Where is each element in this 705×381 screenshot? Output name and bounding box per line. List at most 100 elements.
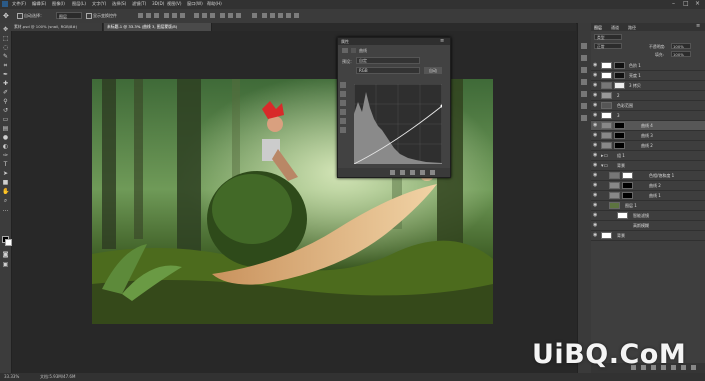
gradient-tool-icon[interactable]: ▤ [2,125,9,132]
3d-mode-icon[interactable] [252,13,257,18]
panel-menu-icon[interactable]: ≡ [696,23,700,29]
layer-row[interactable]: ◉ 曲线 1 [591,191,705,201]
menu-file[interactable]: 文件(F) [12,1,26,7]
layer-row[interactable]: ◉ 曲线 3 [591,131,705,141]
clip-to-layer-icon[interactable] [390,170,395,175]
eraser-tool-icon[interactable]: ▭ [2,116,9,123]
menu-window[interactable]: 窗口(W) [187,1,203,7]
distribute-top-icon[interactable] [194,13,199,18]
layer-row[interactable]: ◉ 2 [591,91,705,101]
align-top-icon[interactable] [138,13,143,18]
eye-icon[interactable]: ◉ [593,173,598,178]
3d-scale-icon[interactable] [294,13,299,18]
brush-tool-icon[interactable]: ✐ [2,89,9,96]
layer-row-selected[interactable]: ◉ 曲线 4 [591,121,705,131]
auto-select-dropdown[interactable]: 图层 [56,12,82,19]
eye-icon[interactable]: ◉ [593,133,598,138]
lasso-tool-icon[interactable]: ◌ [2,44,9,51]
layer-row[interactable]: ◉ 背景 [591,231,705,241]
eye-icon[interactable]: ◉ [593,203,598,208]
path-select-tool-icon[interactable]: ➤ [2,170,9,177]
eye-icon[interactable]: ◉ [593,183,598,188]
distribute-left-icon[interactable] [220,13,225,18]
more-tools-icon[interactable]: … [2,206,9,213]
menu-3d[interactable]: 3D(D) [152,1,164,6]
eye-icon[interactable]: ◉ [593,233,598,238]
fill-input[interactable]: 100% [671,51,691,57]
show-transform-checkbox[interactable] [86,13,92,19]
eyedropper-tool-icon[interactable]: ✒ [2,71,9,78]
black-point-eyedropper-icon[interactable] [340,91,346,97]
zoom-level[interactable]: 33.33% [4,373,19,381]
eye-icon[interactable]: ◉ [593,123,598,128]
document-tab-1[interactable]: 素材.psd @ 100% (snail, RGB/8#) [11,23,103,31]
eye-icon[interactable]: ◉ [593,193,598,198]
3d-roll-icon[interactable] [270,13,275,18]
opacity-input[interactable]: 100% [671,43,691,49]
layer-row[interactable]: ◉ 3 [591,111,705,121]
distribute-bottom-icon[interactable] [210,13,215,18]
menu-view[interactable]: 视图(V) [167,1,182,7]
menu-layer[interactable]: 图层(L) [72,1,86,7]
auto-button[interactable]: 自动 [424,67,442,74]
menu-edit[interactable]: 编辑(E) [32,1,46,7]
eye-icon[interactable]: ◉ [593,73,598,78]
gray-point-eyedropper-icon[interactable] [340,100,346,106]
eye-icon[interactable]: ◉ [593,93,598,98]
layer-row[interactable]: ◉ 3 拷贝 [591,81,705,91]
delete-layer-icon[interactable] [691,365,696,370]
curve-point-icon[interactable] [340,118,346,124]
dodge-tool-icon[interactable]: ◐ [2,143,9,150]
zoom-tool-icon[interactable]: ⌕ [2,197,9,204]
auto-select-checkbox[interactable] [17,13,23,19]
move-tool-icon[interactable]: ✥ [2,26,9,33]
view-previous-icon[interactable] [400,170,405,175]
layer-row[interactable]: ◉ 亮度 1 [591,71,705,81]
actions-panel-icon[interactable] [581,55,587,61]
3d-rotate-icon[interactable] [262,13,267,18]
layer-row[interactable]: ◉ 高斯模糊 [591,221,705,231]
white-point-eyedropper-icon[interactable] [340,109,346,115]
tab-paths[interactable]: 路径 [628,25,636,31]
target-adjust-icon[interactable] [340,82,346,88]
clone-stamp-tool-icon[interactable]: ⚲ [2,98,9,105]
layer-mask-icon[interactable] [351,48,356,53]
layer-row[interactable]: ◉ 色阶 1 [591,61,705,71]
swatches-panel-icon[interactable] [581,91,587,97]
3d-slide-icon[interactable] [286,13,291,18]
tab-channels[interactable]: 通道 [611,25,619,31]
adjustments-panel-icon[interactable] [581,79,587,85]
layer-filter-kind[interactable]: 类型 [594,34,622,40]
panel-menu-icon[interactable]: ≡ [440,38,444,44]
align-hcenter-icon[interactable] [172,13,177,18]
menu-select[interactable]: 选择(S) [112,1,126,7]
type-tool-icon[interactable]: T [2,161,9,168]
menu-image[interactable]: 图像(I) [52,1,65,7]
3d-pan-icon[interactable] [278,13,283,18]
tab-layers[interactable]: 图层 [594,25,602,31]
crop-tool-icon[interactable]: ⌗ [2,62,9,69]
healing-brush-tool-icon[interactable]: ✚ [2,80,9,87]
menu-type[interactable]: 文字(Y) [92,1,106,7]
eye-icon[interactable]: ◉ [593,63,598,68]
quick-select-tool-icon[interactable]: ✎ [2,53,9,60]
layer-row[interactable]: ◉ 色彩范围 [591,101,705,111]
align-right-icon[interactable] [180,13,185,18]
pen-tool-icon[interactable]: ✑ [2,152,9,159]
move-tool-icon[interactable]: ✥ [3,12,9,20]
layer-row[interactable]: ◉ 曲线 2 [591,181,705,191]
eye-icon[interactable]: ◉ [593,103,598,108]
layer-row[interactable]: ◉ 智能滤镜 [591,211,705,221]
reset-icon[interactable] [410,170,415,175]
eye-icon[interactable]: ◉ [593,153,598,158]
layer-row[interactable]: ◉ 图层 1 [591,201,705,211]
layer-group-row[interactable]: ◉ ▸▭ 组 1 [591,151,705,161]
eye-icon[interactable]: ◉ [593,213,598,218]
preset-dropdown[interactable]: 自定 [356,57,420,64]
eye-icon[interactable]: ◉ [593,83,598,88]
hand-tool-icon[interactable]: ✋ [2,188,9,195]
eye-icon[interactable]: ◉ [593,113,598,118]
character-panel-icon[interactable] [581,115,587,121]
marquee-tool-icon[interactable]: ⬚ [2,35,9,42]
close-icon[interactable]: × [695,0,700,7]
